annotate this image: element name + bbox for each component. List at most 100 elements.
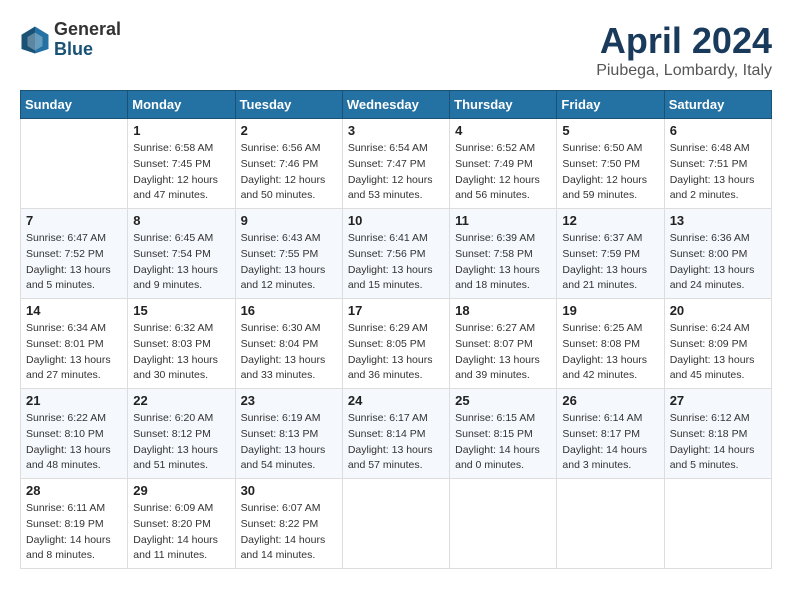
calendar-cell: 14Sunrise: 6:34 AMSunset: 8:01 PMDayligh… <box>21 299 128 389</box>
weekday-header-tuesday: Tuesday <box>235 91 342 119</box>
weekday-header-friday: Friday <box>557 91 664 119</box>
day-info: Sunrise: 6:29 AMSunset: 8:05 PMDaylight:… <box>348 321 444 384</box>
calendar-week-3: 14Sunrise: 6:34 AMSunset: 8:01 PMDayligh… <box>21 299 772 389</box>
calendar-cell: 18 Sunrise: 6:27 AMSunset: 8:07 PMDayligh… <box>450 299 557 389</box>
calendar-cell <box>21 119 128 209</box>
day-info: Sunrise: 6:54 AMSunset: 7:47 PMDaylight:… <box>348 141 444 204</box>
calendar-week-4: 21 Sunrise: 6:22 AMSunset: 8:10 PMDayligh… <box>21 389 772 479</box>
calendar-cell: 4 Sunrise: 6:52 AMSunset: 7:49 PMDaylight… <box>450 119 557 209</box>
day-info: Sunrise: 6:22 AMSunset: 8:10 PMDaylight:… <box>26 411 122 474</box>
calendar-cell: 21 Sunrise: 6:22 AMSunset: 8:10 PMDayligh… <box>21 389 128 479</box>
calendar-cell <box>450 479 557 569</box>
day-info: Sunrise: 6:41 AMSunset: 7:56 PMDaylight:… <box>348 231 444 294</box>
day-number: 10 <box>348 213 444 228</box>
weekday-header-wednesday: Wednesday <box>342 91 449 119</box>
day-info: Sunrise: 6:50 AMSunset: 7:50 PMDaylight:… <box>562 141 658 204</box>
weekday-header-row: SundayMondayTuesdayWednesdayThursdayFrid… <box>21 91 772 119</box>
day-number: 14 <box>26 303 122 318</box>
calendar-cell: 30Sunrise: 6:07 AMSunset: 8:22 PMDayligh… <box>235 479 342 569</box>
day-number: 5 <box>562 123 658 138</box>
calendar-cell: 15 Sunrise: 6:32 AMSunset: 8:03 PMDayligh… <box>128 299 235 389</box>
day-info: Sunrise: 6:47 AMSunset: 7:52 PMDaylight:… <box>26 231 122 294</box>
day-info: Sunrise: 6:20 AMSunset: 8:12 PMDaylight:… <box>133 411 229 474</box>
day-info: Sunrise: 6:27 AMSunset: 8:07 PMDaylight:… <box>455 321 551 384</box>
logo: General Blue <box>20 20 121 60</box>
day-number: 25 <box>455 393 551 408</box>
calendar-cell: 19 Sunrise: 6:25 AMSunset: 8:08 PMDayligh… <box>557 299 664 389</box>
calendar-week-2: 7Sunrise: 6:47 AMSunset: 7:52 PMDaylight… <box>21 209 772 299</box>
calendar-cell: 23Sunrise: 6:19 AMSunset: 8:13 PMDayligh… <box>235 389 342 479</box>
calendar-cell: 20Sunrise: 6:24 AMSunset: 8:09 PMDayligh… <box>664 299 771 389</box>
calendar-cell: 26 Sunrise: 6:14 AMSunset: 8:17 PMDayligh… <box>557 389 664 479</box>
day-number: 28 <box>26 483 122 498</box>
calendar-cell: 27 Sunrise: 6:12 AMSunset: 8:18 PMDayligh… <box>664 389 771 479</box>
day-info: Sunrise: 6:45 AMSunset: 7:54 PMDaylight:… <box>133 231 229 294</box>
calendar-cell: 11Sunrise: 6:39 AMSunset: 7:58 PMDayligh… <box>450 209 557 299</box>
day-number: 23 <box>241 393 337 408</box>
calendar-cell: 16Sunrise: 6:30 AMSunset: 8:04 PMDayligh… <box>235 299 342 389</box>
logo-icon <box>20 25 50 55</box>
day-number: 19 <box>562 303 658 318</box>
calendar-cell: 17Sunrise: 6:29 AMSunset: 8:05 PMDayligh… <box>342 299 449 389</box>
day-number: 27 <box>670 393 766 408</box>
calendar-cell: 7Sunrise: 6:47 AMSunset: 7:52 PMDaylight… <box>21 209 128 299</box>
day-info: Sunrise: 6:09 AMSunset: 8:20 PMDaylight:… <box>133 501 229 564</box>
calendar-cell: 28 Sunrise: 6:11 AMSunset: 8:19 PMDayligh… <box>21 479 128 569</box>
calendar-cell: 1 Sunrise: 6:58 AMSunset: 7:45 PMDaylight… <box>128 119 235 209</box>
day-number: 11 <box>455 213 551 228</box>
calendar-header: SundayMondayTuesdayWednesdayThursdayFrid… <box>21 91 772 119</box>
day-info: Sunrise: 6:11 AMSunset: 8:19 PMDaylight:… <box>26 501 122 564</box>
calendar-week-1: 1 Sunrise: 6:58 AMSunset: 7:45 PMDaylight… <box>21 119 772 209</box>
day-info: Sunrise: 6:25 AMSunset: 8:08 PMDaylight:… <box>562 321 658 384</box>
day-number: 18 <box>455 303 551 318</box>
day-info: Sunrise: 6:43 AMSunset: 7:55 PMDaylight:… <box>241 231 337 294</box>
day-info: Sunrise: 6:58 AMSunset: 7:45 PMDaylight:… <box>133 141 229 204</box>
weekday-header-thursday: Thursday <box>450 91 557 119</box>
day-info: Sunrise: 6:52 AMSunset: 7:49 PMDaylight:… <box>455 141 551 204</box>
weekday-header-monday: Monday <box>128 91 235 119</box>
calendar-cell: 24Sunrise: 6:17 AMSunset: 8:14 PMDayligh… <box>342 389 449 479</box>
logo-general-text: General <box>54 20 121 40</box>
calendar-cell: 25 Sunrise: 6:15 AMSunset: 8:15 PMDayligh… <box>450 389 557 479</box>
calendar-cell: 3 Sunrise: 6:54 AMSunset: 7:47 PMDaylight… <box>342 119 449 209</box>
calendar-cell <box>557 479 664 569</box>
day-number: 13 <box>670 213 766 228</box>
day-info: Sunrise: 6:30 AMSunset: 8:04 PMDaylight:… <box>241 321 337 384</box>
calendar-cell: 22Sunrise: 6:20 AMSunset: 8:12 PMDayligh… <box>128 389 235 479</box>
day-info: Sunrise: 6:32 AMSunset: 8:03 PMDaylight:… <box>133 321 229 384</box>
calendar-table: SundayMondayTuesdayWednesdayThursdayFrid… <box>20 90 772 569</box>
page-header: General Blue April 2024 Piubega, Lombard… <box>20 20 772 80</box>
weekday-header-saturday: Saturday <box>664 91 771 119</box>
calendar-cell: 2Sunrise: 6:56 AMSunset: 7:46 PMDaylight… <box>235 119 342 209</box>
calendar-cell <box>664 479 771 569</box>
calendar-cell: 6 Sunrise: 6:48 AMSunset: 7:51 PMDaylight… <box>664 119 771 209</box>
location-subtitle: Piubega, Lombardy, Italy <box>596 62 772 80</box>
calendar-cell <box>342 479 449 569</box>
day-info: Sunrise: 6:14 AMSunset: 8:17 PMDaylight:… <box>562 411 658 474</box>
calendar-cell: 13 Sunrise: 6:36 AMSunset: 8:00 PMDayligh… <box>664 209 771 299</box>
day-number: 2 <box>241 123 337 138</box>
day-number: 12 <box>562 213 658 228</box>
day-info: Sunrise: 6:12 AMSunset: 8:18 PMDaylight:… <box>670 411 766 474</box>
day-number: 9 <box>241 213 337 228</box>
logo-text: General Blue <box>54 20 121 60</box>
day-info: Sunrise: 6:15 AMSunset: 8:15 PMDaylight:… <box>455 411 551 474</box>
day-number: 21 <box>26 393 122 408</box>
day-info: Sunrise: 6:36 AMSunset: 8:00 PMDaylight:… <box>670 231 766 294</box>
day-info: Sunrise: 6:24 AMSunset: 8:09 PMDaylight:… <box>670 321 766 384</box>
weekday-header-sunday: Sunday <box>21 91 128 119</box>
calendar-cell: 10 Sunrise: 6:41 AMSunset: 7:56 PMDayligh… <box>342 209 449 299</box>
day-number: 3 <box>348 123 444 138</box>
calendar-cell: 9 Sunrise: 6:43 AMSunset: 7:55 PMDaylight… <box>235 209 342 299</box>
logo-blue-text: Blue <box>54 40 121 60</box>
day-number: 1 <box>133 123 229 138</box>
day-number: 6 <box>670 123 766 138</box>
title-area: April 2024 Piubega, Lombardy, Italy <box>596 20 772 80</box>
day-number: 26 <box>562 393 658 408</box>
day-number: 4 <box>455 123 551 138</box>
day-number: 24 <box>348 393 444 408</box>
calendar-cell: 8Sunrise: 6:45 AMSunset: 7:54 PMDaylight… <box>128 209 235 299</box>
day-number: 15 <box>133 303 229 318</box>
day-info: Sunrise: 6:48 AMSunset: 7:51 PMDaylight:… <box>670 141 766 204</box>
month-title: April 2024 <box>596 20 772 62</box>
